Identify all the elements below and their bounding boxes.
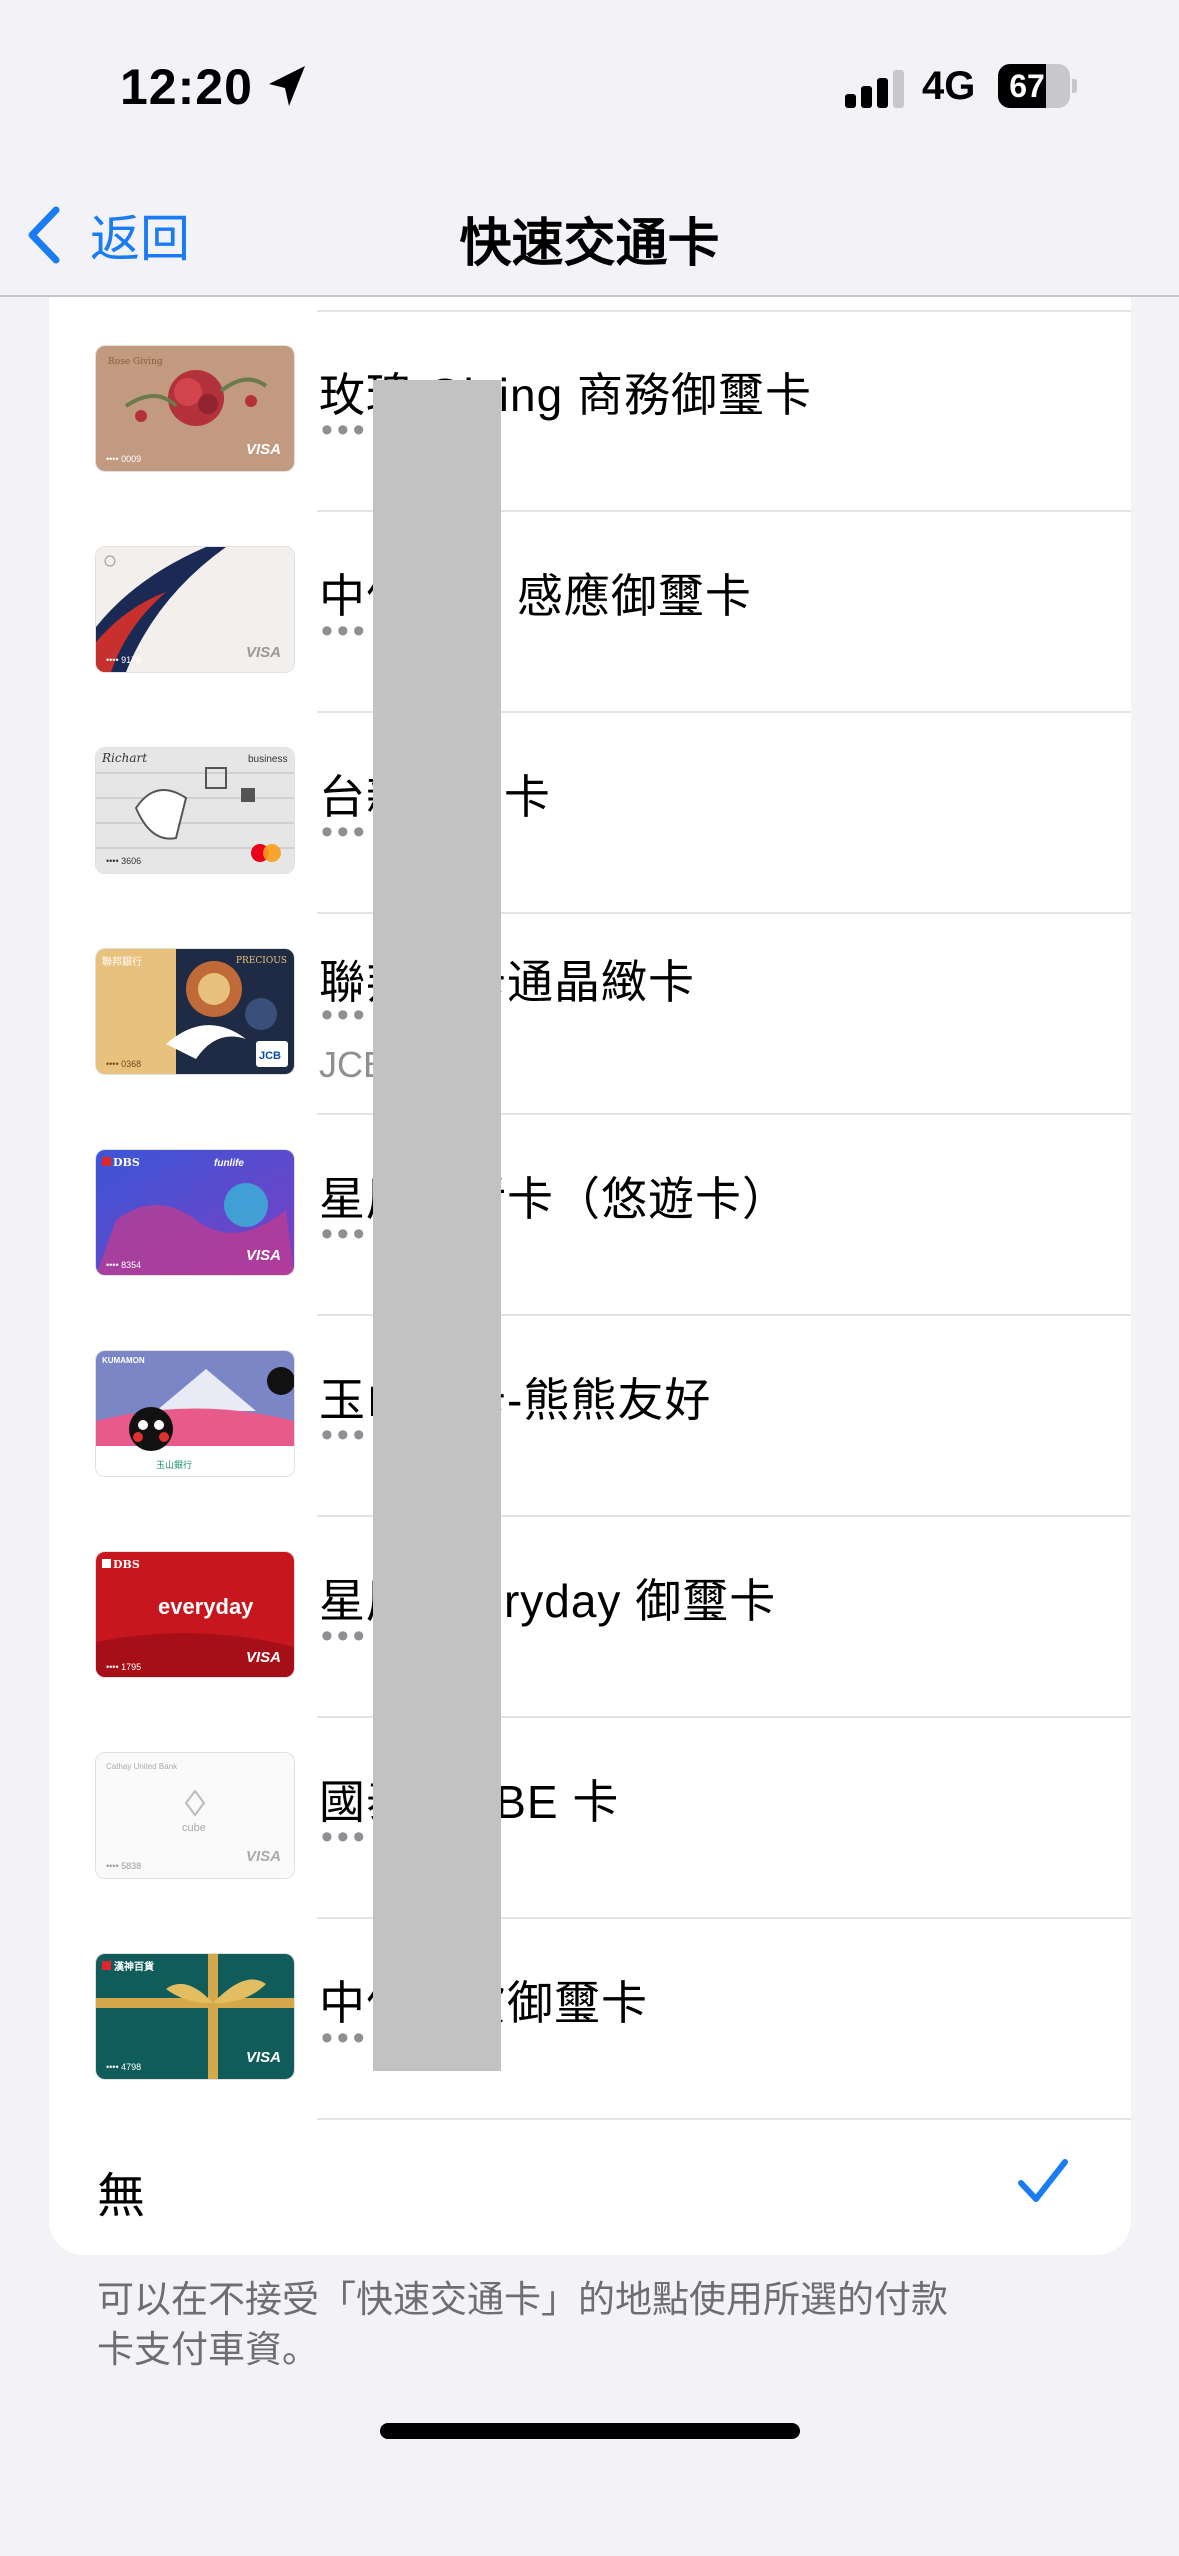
card-image-crane: 聯邦銀行 PRECIOUS JCB •••• 0368 (96, 949, 294, 1074)
card-row[interactable]: Cathay United Bank cube VISA •••• 5838 國… (49, 1718, 1131, 1919)
jcb-text: JCB (259, 1050, 281, 1062)
svg-text:DBS: DBS (113, 1558, 140, 1571)
card-row[interactable]: KUMAMON 玉山銀行 玉山熊卡-熊熊友好 ••• (49, 1316, 1131, 1517)
svg-text:Cathay United Bank: Cathay United Bank (106, 1762, 178, 1771)
card-masked-number: ••• (321, 813, 369, 851)
card-image-gift: 漢神百貨 VISA •••• 4798 (96, 1954, 294, 2079)
visa-text: VISA (246, 2049, 281, 2066)
redaction-bar (373, 380, 501, 2071)
status-time: 12:20 (120, 59, 253, 115)
svg-text:Richart: Richart (101, 751, 147, 765)
card-masked-number: ••• (321, 2019, 369, 2057)
card-masked-number: ••• (321, 1818, 369, 1856)
svg-text:PRECIOUS: PRECIOUS (236, 956, 287, 966)
card-masked-number: ••• (321, 1617, 369, 1655)
card-image-funlife: DBS funlife VISA •••• 8354 (96, 1150, 294, 1275)
card-row[interactable]: Richart business •••• 3606 台新 Go 卡 ••• (49, 713, 1131, 914)
card-masked-number: ••• (321, 1416, 369, 1454)
cellular-signal-icon (845, 70, 904, 108)
svg-text:•••• 5838: •••• 5838 (106, 1861, 141, 1871)
home-indicator[interactable] (380, 2423, 800, 2439)
svg-text:•••• 0368: •••• 0368 (106, 1059, 141, 1069)
svg-text:•••• 8354: •••• 8354 (106, 1260, 141, 1270)
battery-icon: 67 (998, 64, 1077, 108)
footer-note-line-1: 可以在不接受「快速交通卡」的地點使用所選的付款 (97, 2279, 948, 2320)
none-option-row[interactable]: 無 (49, 2112, 1131, 2255)
card-masked-number: ••• (321, 612, 369, 650)
card-row[interactable]: DBS funlife VISA •••• 8354 星展生活卡（悠遊卡） ••… (49, 1115, 1131, 1316)
card-row[interactable]: Rose Giving VISA •••• 0009 玫瑰 Giving 商務御… (49, 311, 1131, 512)
svg-text:everyday: everyday (158, 1594, 254, 1619)
none-option-label: 無 (97, 2170, 146, 2223)
svg-text:•••• 3606: •••• 3606 (106, 856, 141, 866)
svg-text:玉山銀行: 玉山銀行 (156, 1459, 192, 1471)
svg-text:KUMAMON: KUMAMON (102, 1356, 145, 1365)
card-row[interactable]: 漢神百貨 VISA •••• 4798 中信百貨御璽卡 ••• (49, 1919, 1131, 2120)
svg-text:•••• 4798: •••• 4798 (106, 2062, 141, 2072)
card-image-richart: Richart business •••• 3606 (96, 748, 294, 873)
svg-text:漢神百貨: 漢神百貨 (114, 1960, 154, 1973)
page-title: 快速交通卡 (459, 215, 720, 273)
svg-text:•••• 1795: •••• 1795 (106, 1662, 141, 1672)
card-image-everyday: DBS everyday VISA •••• 1795 (96, 1552, 294, 1677)
card-image-vip: VISA •••• 9176 (96, 547, 294, 672)
location-arrow-icon (269, 66, 305, 106)
card-image-rose-giving: Rose Giving VISA •••• 0009 (96, 346, 294, 471)
card-row[interactable]: DBS everyday VISA •••• 1795 星展 everyday … (49, 1517, 1131, 1718)
card-image-cube: Cathay United Bank cube VISA •••• 5838 (96, 1753, 294, 1878)
checkmark-icon (1018, 2159, 1068, 2202)
card-masked-number: ••• (321, 1215, 369, 1253)
rose-name-text: Rose Giving (108, 357, 163, 367)
svg-text:business: business (248, 754, 287, 765)
battery-percent: 67 (1009, 68, 1045, 104)
card-image-kumamon: KUMAMON 玉山銀行 (96, 1351, 294, 1476)
svg-text:•••• 9176: •••• 9176 (106, 655, 141, 665)
visa-text: VISA (246, 441, 281, 458)
footer-note: 可以在不接受「快速交通卡」的地點使用所選的付款 卡支付車資。 (97, 2275, 1057, 2375)
svg-text:funlife: funlife (214, 1158, 244, 1169)
visa-text: VISA (246, 1649, 281, 1666)
svg-text:聯邦銀行: 聯邦銀行 (102, 955, 142, 968)
card-row[interactable]: 聯邦銀行 PRECIOUS JCB •••• 0368 聯邦一卡通晶緻卡 •••… (49, 914, 1131, 1115)
card-masked-number: ••• (321, 996, 369, 1034)
visa-text: VISA (246, 1247, 281, 1264)
card-masked-number: ••• (321, 411, 369, 449)
svg-text:•••• 0009: •••• 0009 (106, 454, 141, 464)
visa-text: VISA (246, 644, 281, 661)
status-bar: 12:20 4G 67 (0, 0, 1179, 175)
svg-text:cube: cube (182, 1822, 206, 1834)
card-list: Rose Giving VISA •••• 0009 玫瑰 Giving 商務御… (49, 297, 1131, 2255)
network-type: 4G (922, 64, 976, 108)
nav-bar: 返回 快速交通卡 (0, 175, 1179, 297)
footer-note-line-2: 卡支付車資。 (97, 2329, 319, 2370)
visa-text: VISA (246, 1848, 281, 1865)
svg-text:DBS: DBS (113, 1156, 140, 1169)
card-row[interactable]: VISA •••• 9176 中信 VIP 感應御璽卡 ••• (49, 512, 1131, 713)
